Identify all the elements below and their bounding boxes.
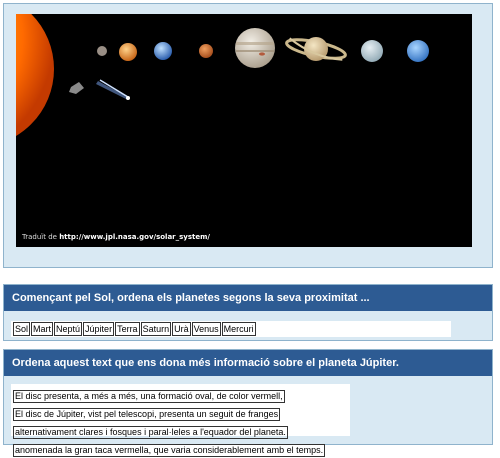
image-panel: Traduït de http://www.jpl.nasa.gov/solar… — [3, 3, 493, 268]
sun-icon — [16, 14, 54, 136]
planet-chip[interactable]: Sol — [13, 322, 31, 336]
planet-chip[interactable]: Mart — [31, 322, 54, 336]
planet-chip-row: Sol Mart Neptú Júpiter Terra Saturn Urà Venus Me… — [11, 321, 451, 337]
credit-url: http://www.jpl.nasa.gov/solar_system/ — [59, 233, 210, 241]
venus-icon — [119, 43, 137, 61]
planet-chip[interactable]: Saturn — [140, 322, 172, 336]
sentence-fragment[interactable]: El disc de Júpiter, vist pel telescopi, … — [13, 408, 281, 421]
planet-chip[interactable]: Neptú — [54, 322, 83, 336]
solar-system-illustration — [16, 14, 429, 136]
mars-icon — [199, 44, 213, 58]
asteroid-icon — [69, 82, 84, 94]
neptune-icon — [407, 40, 429, 62]
credit-prefix: Traduït de — [22, 233, 57, 241]
sentence-fragment[interactable]: alternativament clares i fosques i paral… — [13, 426, 288, 439]
comet-icon — [96, 79, 130, 100]
saturn-icon — [285, 37, 347, 61]
solar-system-image: Traduït de http://www.jpl.nasa.gov/solar… — [16, 14, 472, 247]
sentence-fragment[interactable]: El disc presenta, a més a més, una forma… — [13, 390, 285, 403]
text-order-instruction: Ordena aquest text que ens dona més info… — [4, 350, 492, 376]
planet-chip[interactable]: Mercuri — [221, 322, 256, 336]
image-credit: Traduït de http://www.jpl.nasa.gov/solar… — [22, 233, 210, 241]
jupiter-icon — [235, 28, 275, 68]
planet-order-panel: Començant pel Sol, ordena els planetes s… — [3, 284, 493, 341]
mercury-icon — [97, 46, 107, 56]
sentence-box: El disc presenta, a més a més, una forma… — [11, 384, 350, 457]
planet-order-instruction: Començant pel Sol, ordena els planetes s… — [4, 285, 492, 311]
earth-icon — [154, 42, 172, 60]
uranus-icon — [361, 40, 383, 62]
planet-chip[interactable]: Júpiter — [83, 322, 115, 336]
planet-chip[interactable]: Urà — [172, 322, 191, 336]
text-order-panel: Ordena aquest text que ens dona més info… — [3, 349, 493, 457]
planet-chip[interactable]: Terra — [115, 322, 140, 336]
planet-chip[interactable]: Venus — [191, 322, 221, 336]
